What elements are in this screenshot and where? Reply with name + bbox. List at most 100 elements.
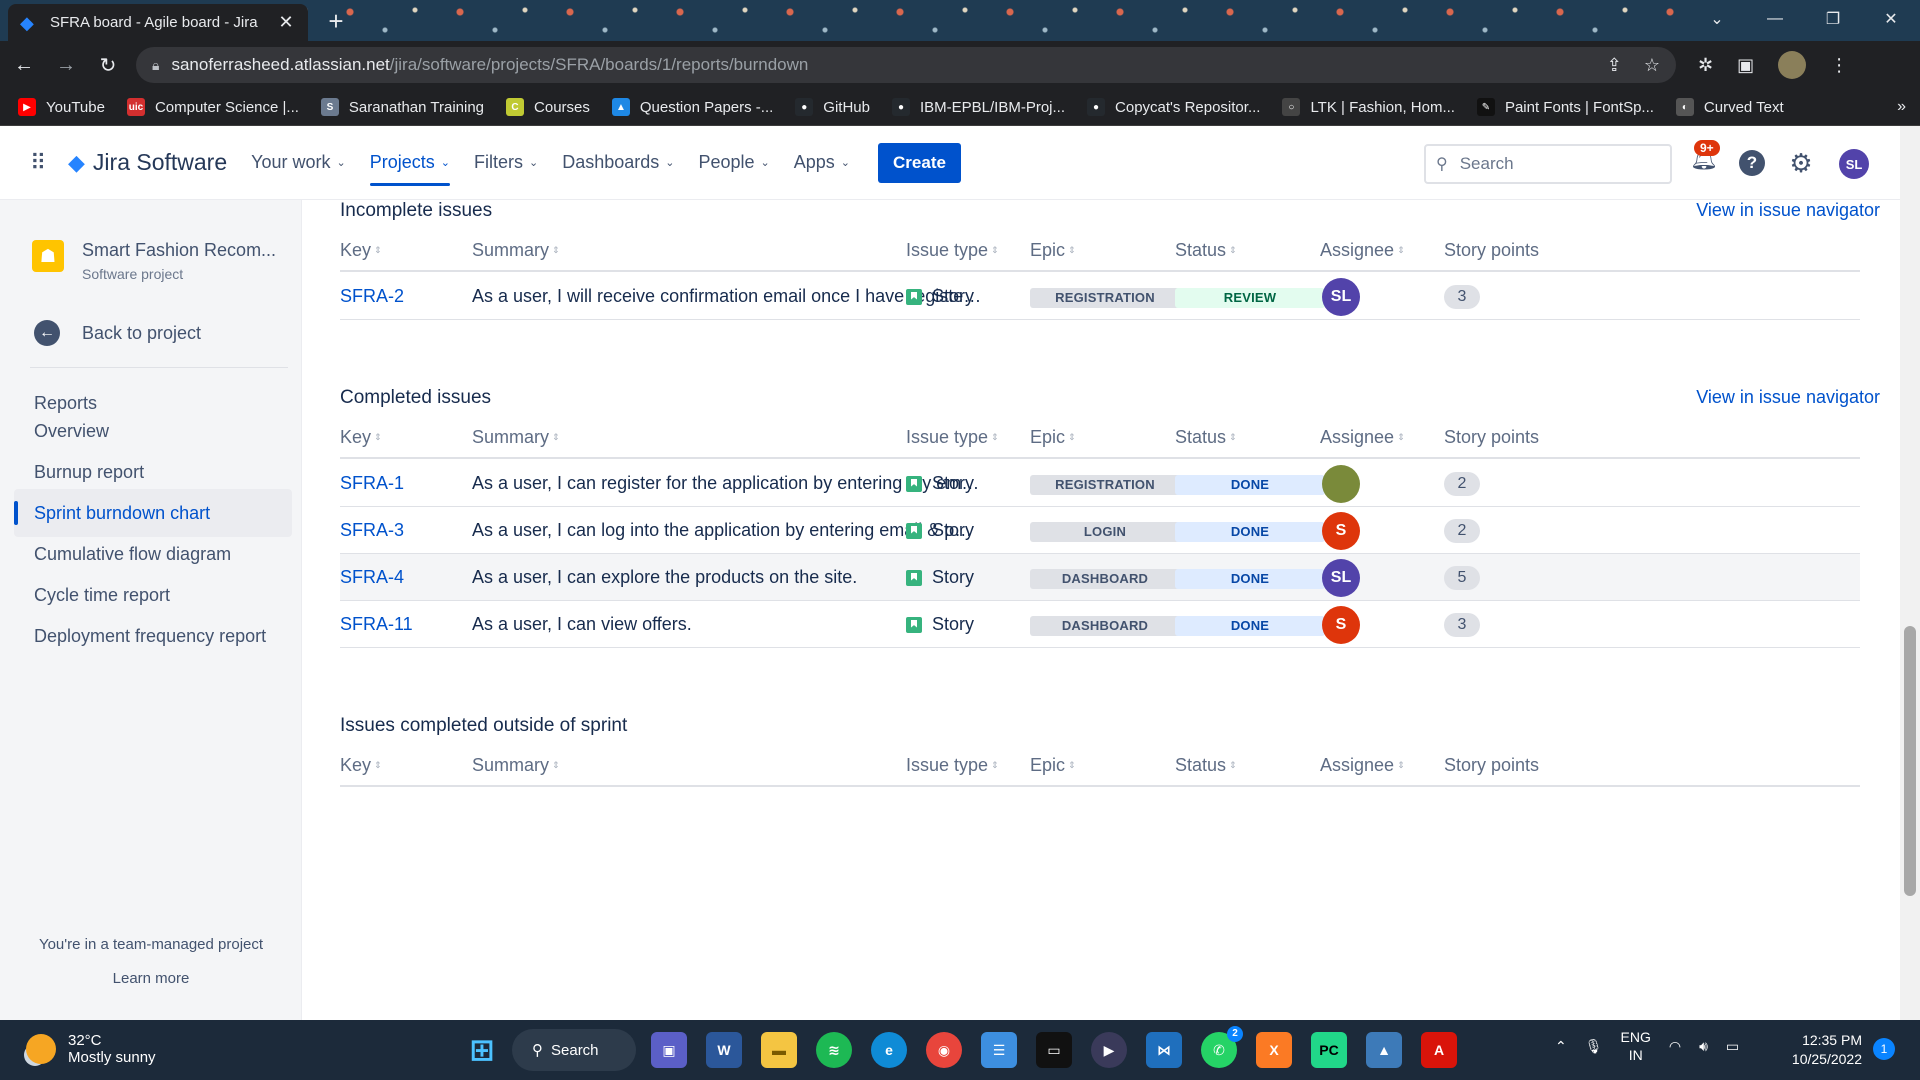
nav-projects[interactable]: Projects ⌄ [369,126,451,200]
column-header-issue-type[interactable]: Issue type ⇕ [906,240,999,261]
word-icon[interactable]: W [706,1032,742,1068]
jira-logo[interactable]: ◆ Jira Software [68,149,227,176]
issue-key-link[interactable]: SFRA-4 [340,567,404,588]
nav-apps[interactable]: Apps ⌄ [794,126,850,200]
file-explorer-icon[interactable]: ▬ [761,1032,797,1068]
table-row[interactable]: SFRA-1 As a user, I can register for the … [340,460,1860,507]
bookmark-saranathan-training[interactable]: S Saranathan Training [320,98,484,116]
battery-icon[interactable]: ▭ [1726,1038,1739,1055]
status-lozenge[interactable]: DONE [1175,522,1325,542]
bookmark-paint-fonts-fontsp[interactable]: ✎ Paint Fonts | FontSp... [1476,98,1654,116]
bookmark-github[interactable]: ● GitHub [795,98,870,116]
assignee-avatar[interactable]: S [1322,606,1360,644]
acrobat-icon[interactable]: A [1421,1032,1457,1068]
bookmark-ltk-fashion-hom[interactable]: ○ LTK | Fashion, Hom... [1282,98,1455,116]
epic-lozenge[interactable]: REGISTRATION [1030,475,1180,495]
table-row[interactable]: SFRA-2 As a user, I will receive confirma… [340,273,1860,320]
help-icon[interactable]: ? [1739,150,1765,176]
search-input[interactable]: ⚲ Search [1424,144,1672,184]
column-header-key[interactable]: Key ⇕ [340,240,382,261]
windows-start-icon[interactable]: ⊞ [464,1032,500,1068]
column-header-story-points[interactable]: Story points [1444,427,1539,448]
table-row[interactable]: SFRA-11 As a user, I can view offers. Stor… [340,601,1860,648]
column-header-issue-type[interactable]: Issue type ⇕ [906,427,999,448]
epic-lozenge[interactable]: REGISTRATION [1030,288,1180,308]
whatsapp-icon[interactable]: ✆ 2 [1201,1026,1243,1068]
issue-key-link[interactable]: SFRA-2 [340,286,404,307]
bookmark-youtube[interactable]: ▶ YouTube [18,98,105,116]
browser-tab[interactable]: ◆ SFRA board - Agile board - Jira ✕ [8,4,308,41]
media-player-icon[interactable]: ▶ [1091,1032,1127,1068]
issue-key-link[interactable]: SFRA-3 [340,520,404,541]
side-panel-icon[interactable]: ▣ [1737,55,1754,76]
epic-lozenge[interactable]: DASHBOARD [1030,616,1180,636]
bookmark-courses[interactable]: C Courses [506,98,590,116]
issue-key-link[interactable]: SFRA-1 [340,473,404,494]
column-header-epic[interactable]: Epic ⇕ [1030,755,1076,776]
bookmark-copycat-s-repositor[interactable]: ● Copycat's Repositor... [1087,98,1260,116]
share-icon[interactable]: ⇪ [1607,55,1622,76]
reload-icon[interactable]: ↻ [90,47,126,83]
language-indicator[interactable]: ENG IN [1621,1028,1651,1064]
column-header-summary[interactable]: Summary ⇕ [472,240,560,261]
back-to-project-link[interactable]: ← Back to project [34,320,201,346]
photos-icon[interactable]: ▲ [1366,1032,1402,1068]
notification-center-badge[interactable]: 1 [1873,1038,1895,1060]
column-header-assignee[interactable]: Assignee ⇕ [1320,755,1405,776]
weather-widget[interactable]: 32°C Mostly sunny [26,1032,156,1066]
bookmark-computer-science[interactable]: uic Computer Science |... [126,98,299,116]
address-bar[interactable]: 🔒︎ sanoferrasheed.atlassian.net/jira/sof… [136,47,1676,83]
forward-arrow-icon[interactable]: → [48,47,84,83]
settings-gear-icon[interactable]: ⚙ [1786,146,1816,180]
nav-your-work[interactable]: Your work ⌄ [251,126,346,200]
table-row[interactable]: SFRA-4 As a user, I can explore the produ… [340,554,1860,601]
browser-menu-icon[interactable]: ⋮ [1830,55,1848,76]
status-lozenge[interactable]: DONE [1175,569,1325,589]
new-tab-icon[interactable]: + [322,8,350,36]
extensions-icon[interactable]: ✲ [1698,55,1713,76]
issue-key-link[interactable]: SFRA-11 [340,614,413,635]
column-header-summary[interactable]: Summary ⇕ [472,755,560,776]
chrome-icon[interactable]: ◉ [926,1032,962,1068]
nav-people[interactable]: People ⌄ [698,126,769,200]
create-button[interactable]: Create [878,142,961,183]
minimize-icon[interactable]: — [1746,0,1804,38]
nav-dashboards[interactable]: Dashboards ⌄ [562,126,674,200]
learn-more-link[interactable]: Learn more [0,970,302,987]
assignee-avatar[interactable]: S [1322,512,1360,550]
volume-icon[interactable]: 🔊︎ [1699,1038,1708,1055]
column-header-key[interactable]: Key ⇕ [340,755,382,776]
lock-icon[interactable]: 🔒︎ [152,57,159,74]
column-header-assignee[interactable]: Assignee ⇕ [1320,427,1405,448]
edge-icon[interactable]: e [871,1032,907,1068]
column-header-epic[interactable]: Epic ⇕ [1030,240,1076,261]
tab-search-icon[interactable]: ⌄ [1688,0,1746,38]
sidebar-item-deployment-frequency-report[interactable]: Deployment frequency report [14,612,292,660]
pycharm-icon[interactable]: PC [1311,1032,1347,1068]
wifi-icon[interactable]: ◠ [1669,1038,1681,1055]
column-header-story-points[interactable]: Story points [1444,240,1539,261]
app-switcher-icon[interactable]: ⠿ [26,150,50,175]
terminal-icon[interactable]: ▭ [1036,1032,1072,1068]
xampp-icon[interactable]: X [1256,1032,1292,1068]
table-row[interactable]: SFRA-3 As a user, I can log into the appl… [340,507,1860,554]
notepad-icon[interactable]: ☰ [981,1032,1017,1068]
vscode-icon[interactable]: ⋈ [1146,1032,1182,1068]
back-arrow-icon[interactable]: ← [6,47,42,83]
status-lozenge[interactable]: REVIEW [1175,288,1325,308]
close-window-icon[interactable]: ✕ [1862,0,1920,38]
column-header-summary[interactable]: Summary ⇕ [472,427,560,448]
column-header-status[interactable]: Status ⇕ [1175,755,1237,776]
bookmark-star-icon[interactable]: ☆ [1644,55,1660,76]
column-header-assignee[interactable]: Assignee ⇕ [1320,240,1405,261]
column-header-issue-type[interactable]: Issue type ⇕ [906,755,999,776]
user-avatar[interactable]: SL [1839,149,1869,179]
bookmark-question-papers[interactable]: ▲ Question Papers -... [611,98,773,116]
notifications-bell-icon[interactable]: 🔔︎ 9+ [1690,140,1720,180]
column-header-story-points[interactable]: Story points [1444,755,1539,776]
bookmark-curved-text[interactable]: ◐ Curved Text [1675,98,1784,116]
clock[interactable]: 12:35 PM 10/25/2022 [1782,1031,1862,1069]
view-in-issue-navigator-link[interactable]: View in issue navigator [1696,200,1880,221]
assignee-avatar[interactable]: SL [1322,278,1360,316]
column-header-status[interactable]: Status ⇕ [1175,240,1237,261]
